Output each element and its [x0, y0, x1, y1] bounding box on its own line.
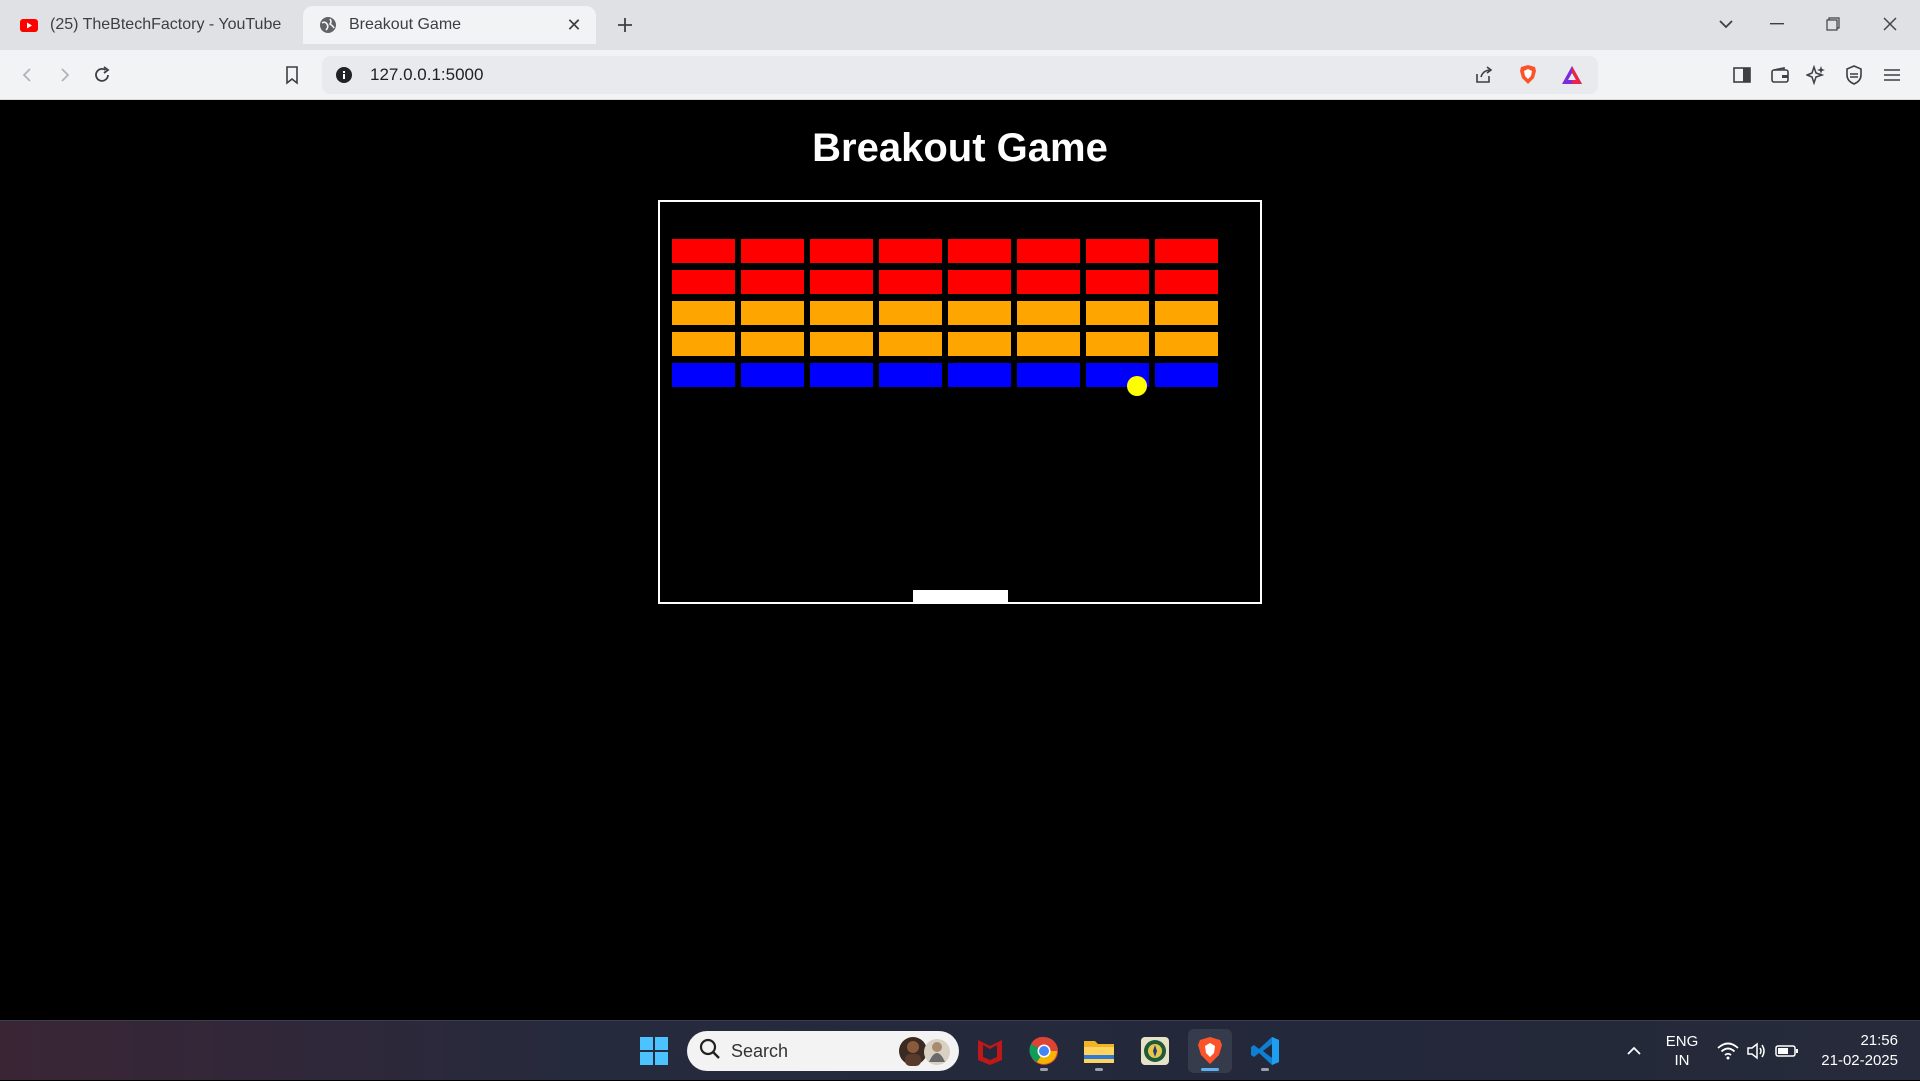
- brick: [672, 301, 735, 325]
- brick: [1155, 332, 1218, 356]
- brick: [879, 332, 942, 356]
- plus-icon[interactable]: [610, 10, 640, 40]
- brick: [810, 332, 873, 356]
- brick: [879, 301, 942, 325]
- page-title: Breakout Game: [812, 126, 1108, 170]
- brick: [1155, 270, 1218, 294]
- forward-icon[interactable]: [48, 60, 80, 90]
- file-explorer-icon[interactable]: [1077, 1029, 1121, 1073]
- clock-time: 21:56: [1860, 1032, 1898, 1049]
- brick: [1017, 270, 1080, 294]
- back-icon[interactable]: [12, 60, 44, 90]
- running-indicator: [1095, 1068, 1103, 1071]
- clock-date: 21-02-2025: [1821, 1052, 1898, 1069]
- search-highlight-illustration-icon: [895, 1034, 953, 1068]
- language-code: ENG: [1665, 1033, 1699, 1050]
- bookmark-icon[interactable]: [276, 60, 308, 90]
- brick: [948, 363, 1011, 387]
- active-indicator: [1201, 1068, 1219, 1071]
- battery-icon[interactable]: [1772, 1021, 1802, 1081]
- site-info-icon[interactable]: [322, 66, 366, 84]
- tab-label: Breakout Game: [349, 16, 462, 33]
- close-window-icon[interactable]: [1870, 8, 1910, 40]
- url-text: 127.0.0.1:5000: [370, 65, 484, 84]
- ball: [1127, 376, 1147, 396]
- brave-shields-icon[interactable]: [1512, 60, 1544, 90]
- brick: [1017, 332, 1080, 356]
- brick: [948, 270, 1011, 294]
- volume-icon[interactable]: [1742, 1021, 1770, 1081]
- search-placeholder: Search: [731, 1040, 789, 1061]
- running-indicator: [1261, 1068, 1269, 1071]
- search-icon: [699, 1038, 721, 1065]
- brick: [1017, 363, 1080, 387]
- brick: [810, 363, 873, 387]
- wifi-icon[interactable]: [1714, 1021, 1742, 1081]
- brave-icon[interactable]: [1188, 1029, 1232, 1073]
- brick: [1086, 270, 1149, 294]
- tab-label: (25) TheBtechFactory - YouTube: [50, 16, 282, 33]
- youtube-icon: [20, 16, 38, 34]
- taskbar: Search ENG IN 21:56 21-02-2025: [0, 1020, 1920, 1080]
- brick: [1017, 239, 1080, 263]
- page-content: Breakout Game: [0, 101, 1920, 1020]
- brave-rewards-icon[interactable]: [1556, 60, 1588, 90]
- tab-strip: (25) TheBtechFactory - YouTube Breakout …: [0, 0, 1920, 50]
- chrome-icon[interactable]: [1022, 1029, 1066, 1073]
- brick: [948, 239, 1011, 263]
- region-code: IN: [1674, 1052, 1690, 1069]
- brick: [672, 332, 735, 356]
- vpn-icon[interactable]: [1838, 60, 1870, 90]
- show-hidden-icons-chevron-icon[interactable]: [1616, 1021, 1652, 1081]
- brick: [741, 332, 804, 356]
- mcafee-icon[interactable]: [968, 1029, 1012, 1073]
- running-indicator: [1040, 1068, 1048, 1071]
- tab-search-chevron-icon[interactable]: [1706, 8, 1746, 40]
- brick: [741, 363, 804, 387]
- brick: [1155, 301, 1218, 325]
- restore-icon[interactable]: [1813, 8, 1853, 40]
- tab-youtube[interactable]: (25) TheBtechFactory - YouTube: [8, 6, 298, 44]
- vscode-icon[interactable]: [1243, 1029, 1287, 1073]
- brick: [672, 239, 735, 263]
- share-icon[interactable]: [1468, 60, 1500, 90]
- brick: [672, 363, 735, 387]
- brick: [879, 363, 942, 387]
- menu-icon[interactable]: [1876, 60, 1908, 90]
- language-indicator[interactable]: ENG IN: [1660, 1021, 1704, 1081]
- paddle[interactable]: [913, 590, 1008, 604]
- brick: [879, 270, 942, 294]
- brick: [810, 301, 873, 325]
- brick: [810, 239, 873, 263]
- wallet-icon[interactable]: [1764, 60, 1796, 90]
- address-bar[interactable]: 127.0.0.1:5000: [322, 56, 1598, 94]
- close-tab-icon[interactable]: ✕: [562, 13, 586, 37]
- brick: [1086, 332, 1149, 356]
- brick: [948, 301, 1011, 325]
- clock[interactable]: 21:56 21-02-2025: [1808, 1021, 1898, 1081]
- brick: [672, 270, 735, 294]
- brick: [1086, 239, 1149, 263]
- leo-ai-icon[interactable]: [1800, 60, 1832, 90]
- windows-start-icon[interactable]: [632, 1029, 676, 1073]
- globe-icon: [319, 16, 337, 34]
- taskbar-search[interactable]: Search: [687, 1031, 959, 1071]
- sidebar-icon[interactable]: [1726, 60, 1758, 90]
- brick: [1086, 301, 1149, 325]
- brick: [1155, 363, 1218, 387]
- brick: [741, 239, 804, 263]
- reload-icon[interactable]: [86, 60, 118, 90]
- tab-breakout-game[interactable]: Breakout Game ✕: [303, 6, 596, 44]
- brick: [1017, 301, 1080, 325]
- brick: [741, 270, 804, 294]
- brick: [879, 239, 942, 263]
- minimize-icon[interactable]: [1757, 8, 1797, 40]
- brick: [810, 270, 873, 294]
- brick: [741, 301, 804, 325]
- browser-toolbar: 127.0.0.1:5000: [0, 50, 1920, 100]
- brick: [1155, 239, 1218, 263]
- emblem-app-icon[interactable]: [1133, 1029, 1177, 1073]
- game-canvas[interactable]: [658, 200, 1262, 604]
- brick: [948, 332, 1011, 356]
